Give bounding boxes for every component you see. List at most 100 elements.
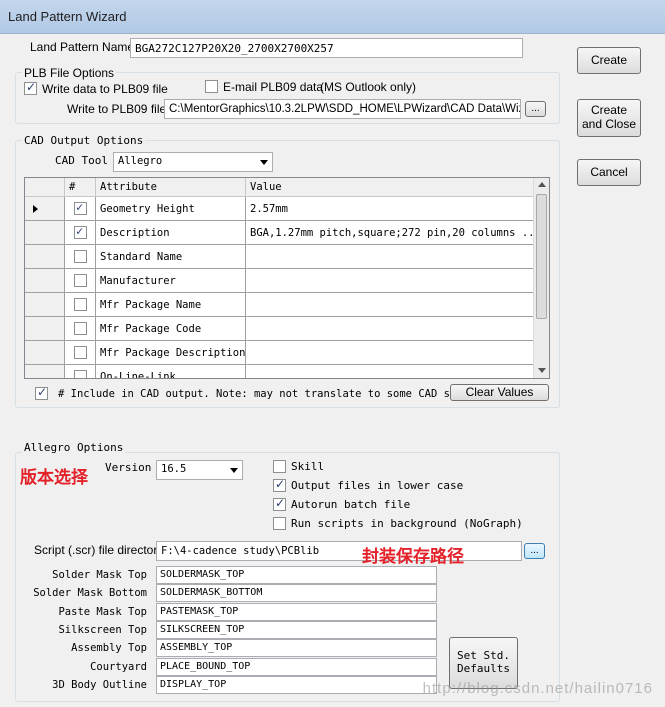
cad-tool-value: Allegro	[118, 155, 163, 167]
grid-row[interactable]: Manufacturer	[25, 269, 535, 293]
allegro-option-checkbox[interactable]	[273, 477, 286, 492]
row-selector[interactable]	[25, 221, 65, 245]
layer-input[interactable]: SOLDERMASK_TOP	[156, 566, 437, 584]
land-pattern-name-label: Land Pattern Name	[30, 40, 135, 54]
script-dir-label: Script (.scr) file directory	[34, 543, 164, 557]
allegro-option-label: Output files in lower case	[291, 479, 464, 492]
layer-label: Solder Mask Top	[52, 569, 147, 581]
include-checkbox[interactable]	[74, 370, 87, 378]
grid-row[interactable]: Mfr Package Description	[25, 341, 535, 365]
cad-group-label: CAD Output Options	[22, 134, 146, 147]
value-cell[interactable]	[246, 245, 535, 269]
layer-input[interactable]: DISPLAY_TOP	[156, 675, 437, 694]
grid-header-hash: #	[65, 178, 96, 197]
attribute-cell[interactable]: Mfr Package Code	[96, 317, 246, 341]
include-cell	[65, 197, 96, 221]
include-checkbox[interactable]	[74, 200, 87, 215]
script-browse-button[interactable]: ...	[524, 543, 545, 559]
include-in-cad-checkbox[interactable]	[35, 385, 48, 400]
land-pattern-name-input[interactable]: BGA272C127P20X20_2700X2700X257	[130, 38, 523, 58]
include-cell	[65, 221, 96, 245]
row-selector[interactable]	[25, 269, 65, 293]
allegro-option-checkbox[interactable]	[273, 496, 286, 511]
layer-label: Solder Mask Bottom	[33, 587, 147, 600]
include-checkbox[interactable]	[74, 274, 87, 287]
attribute-cell[interactable]: On-Line-Link	[96, 365, 246, 378]
plb-browse-button[interactable]: ...	[525, 101, 546, 117]
layer-label: Assembly Top	[71, 642, 147, 655]
include-checkbox[interactable]	[74, 346, 87, 359]
include-cell	[65, 365, 96, 378]
row-selector[interactable]	[25, 317, 65, 341]
layer-input[interactable]: PLACE_BOUND_TOP	[156, 657, 437, 676]
version-value: 16.5	[161, 463, 187, 475]
current-row-arrow-icon	[33, 205, 38, 213]
include-in-cad-note: # Include in CAD output. Note: may not t…	[58, 388, 463, 400]
value-cell[interactable]	[246, 341, 535, 365]
version-select[interactable]: 16.5	[156, 460, 243, 480]
clear-values-button[interactable]: Clear Values	[450, 384, 549, 401]
grid-row[interactable]: Geometry Height2.57mm	[25, 197, 535, 221]
attribute-cell[interactable]: Mfr Package Description	[96, 341, 246, 365]
plb-group-label: PLB File Options	[22, 66, 117, 80]
attribute-cell[interactable]: Geometry Height	[96, 197, 246, 221]
script-dir-input[interactable]: F:\4-cadence study\PCBlib	[156, 541, 522, 561]
create-button[interactable]: Create	[577, 47, 641, 74]
value-cell[interactable]: BGA,1.27mm pitch,square;272 pin,20 colum…	[246, 221, 535, 245]
grid-row[interactable]: On-Line-Link	[25, 365, 535, 378]
write-plb-checkbox[interactable]	[24, 80, 37, 95]
version-label: Version	[105, 461, 152, 474]
email-plb-checkbox[interactable]	[205, 80, 218, 93]
allegro-group-label: Allegro Options	[22, 441, 126, 454]
layer-input[interactable]: SOLDERMASK_BOTTOM	[156, 584, 437, 603]
layer-label: Paste Mask Top	[58, 605, 147, 618]
value-cell[interactable]	[246, 269, 535, 293]
grid-row[interactable]: Mfr Package Code	[25, 317, 535, 341]
allegro-option-checkbox[interactable]	[273, 517, 286, 530]
scroll-up-icon[interactable]	[538, 182, 546, 187]
layer-label: Silkscreen Top	[58, 623, 147, 636]
grid-row[interactable]: Mfr Package Name	[25, 293, 535, 317]
window-title: Land Pattern Wizard	[8, 9, 127, 24]
attribute-cell[interactable]: Description	[96, 221, 246, 245]
plb-path-input[interactable]: C:\MentorGraphics\10.3.2LPW\SDD_HOME\LPW…	[164, 99, 521, 119]
value-cell[interactable]: 2.57mm	[246, 197, 535, 221]
allegro-option-checkbox[interactable]	[273, 460, 286, 473]
allegro-option-label: Skill	[291, 460, 325, 473]
layer-label: 3D Body Outline	[52, 678, 147, 691]
value-cell[interactable]	[246, 293, 535, 317]
grid-row[interactable]: DescriptionBGA,1.27mm pitch,square;272 p…	[25, 221, 535, 245]
value-cell[interactable]	[246, 317, 535, 341]
cad-tool-select[interactable]: Allegro	[113, 152, 273, 172]
plb-path-label: Write to PLB09 file	[67, 102, 167, 116]
grid-scrollbar[interactable]	[533, 178, 549, 378]
row-selector[interactable]	[25, 365, 65, 378]
layer-input[interactable]: SILKSCREEN_TOP	[156, 620, 437, 639]
include-checkbox[interactable]	[74, 224, 87, 239]
email-plb-label: E-mail PLB09 data	[223, 80, 324, 94]
attribute-cell[interactable]: Manufacturer	[96, 269, 246, 293]
include-cell	[65, 293, 96, 317]
value-cell[interactable]	[246, 365, 535, 378]
attribute-cell[interactable]: Mfr Package Name	[96, 293, 246, 317]
include-checkbox[interactable]	[74, 250, 87, 263]
attributes-grid[interactable]: # Attribute Value Geometry Height2.57mmD…	[24, 177, 550, 379]
include-checkbox[interactable]	[74, 322, 87, 335]
path-annotation: 封装保存路径	[362, 547, 464, 566]
include-checkbox[interactable]	[74, 298, 87, 311]
layer-label: Courtyard	[90, 660, 147, 673]
grid-header-rowsel	[25, 178, 65, 197]
cancel-button[interactable]: Cancel	[577, 159, 641, 186]
row-selector[interactable]	[25, 293, 65, 317]
scroll-thumb[interactable]	[536, 194, 547, 319]
include-cell	[65, 269, 96, 293]
attribute-cell[interactable]: Standard Name	[96, 245, 246, 269]
layer-input[interactable]: PASTEMASK_TOP	[156, 602, 437, 621]
row-selector[interactable]	[25, 245, 65, 269]
create-and-close-button[interactable]: Create and Close	[577, 99, 641, 137]
scroll-down-icon[interactable]	[538, 368, 546, 373]
row-selector[interactable]	[25, 197, 65, 221]
grid-row[interactable]: Standard Name	[25, 245, 535, 269]
layer-input[interactable]: ASSEMBLY_TOP	[156, 639, 437, 658]
row-selector[interactable]	[25, 341, 65, 365]
